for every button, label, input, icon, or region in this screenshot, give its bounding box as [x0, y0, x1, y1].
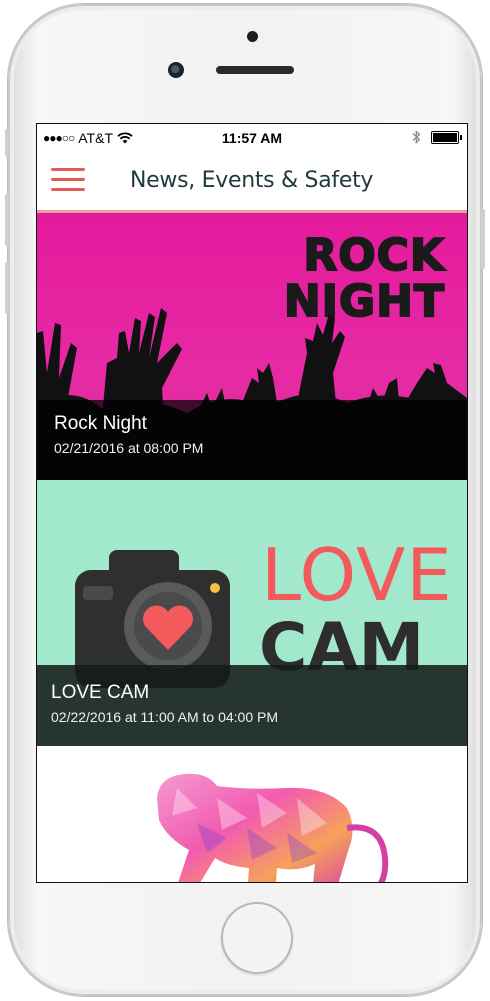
nav-bar: News, Events & Safety	[37, 152, 467, 213]
app-screen: ●●●○○ AT&T 11:57 AM News, Events & Safet…	[36, 123, 468, 883]
event-card-monkey[interactable]	[37, 746, 467, 882]
event-caption: LOVE CAM 02/22/2016 at 11:00 AM to 04:00…	[37, 665, 467, 746]
poster-love-text: LOVE	[261, 533, 453, 617]
event-title: LOVE CAM	[51, 682, 150, 703]
event-date: 02/22/2016 at 11:00 AM to 04:00 PM	[51, 709, 279, 725]
volume-up-button	[5, 194, 9, 246]
volume-down-button	[5, 262, 9, 314]
polygon-monkey-image	[157, 773, 389, 882]
status-time: 11:57 AM	[221, 130, 283, 146]
event-date: 02/21/2016 at 08:00 PM	[54, 440, 204, 456]
bluetooth-icon	[412, 130, 421, 144]
mute-switch	[5, 129, 9, 157]
home-button[interactable]	[221, 902, 293, 974]
earpiece-speaker	[216, 66, 294, 74]
battery-icon	[431, 130, 462, 144]
event-caption: Rock Night 02/21/2016 at 08:00 PM	[37, 400, 467, 480]
hamburger-menu-icon[interactable]	[51, 166, 85, 194]
page-title: News, Events & Safety	[130, 168, 374, 193]
event-card-love-cam[interactable]: LOVE CAM LOVE CAM 02/22/2016 at 11:00 AM…	[37, 480, 467, 746]
status-bar: ●●●○○ AT&T 11:57 AM	[37, 124, 467, 152]
power-button	[481, 209, 485, 269]
proximity-sensor	[247, 31, 258, 42]
event-title: Rock Night	[54, 413, 147, 434]
event-card-rock-night[interactable]: ROCK NIGHT Rock Night 02/21/2016 at 08:0…	[37, 213, 467, 480]
front-camera	[168, 62, 184, 78]
